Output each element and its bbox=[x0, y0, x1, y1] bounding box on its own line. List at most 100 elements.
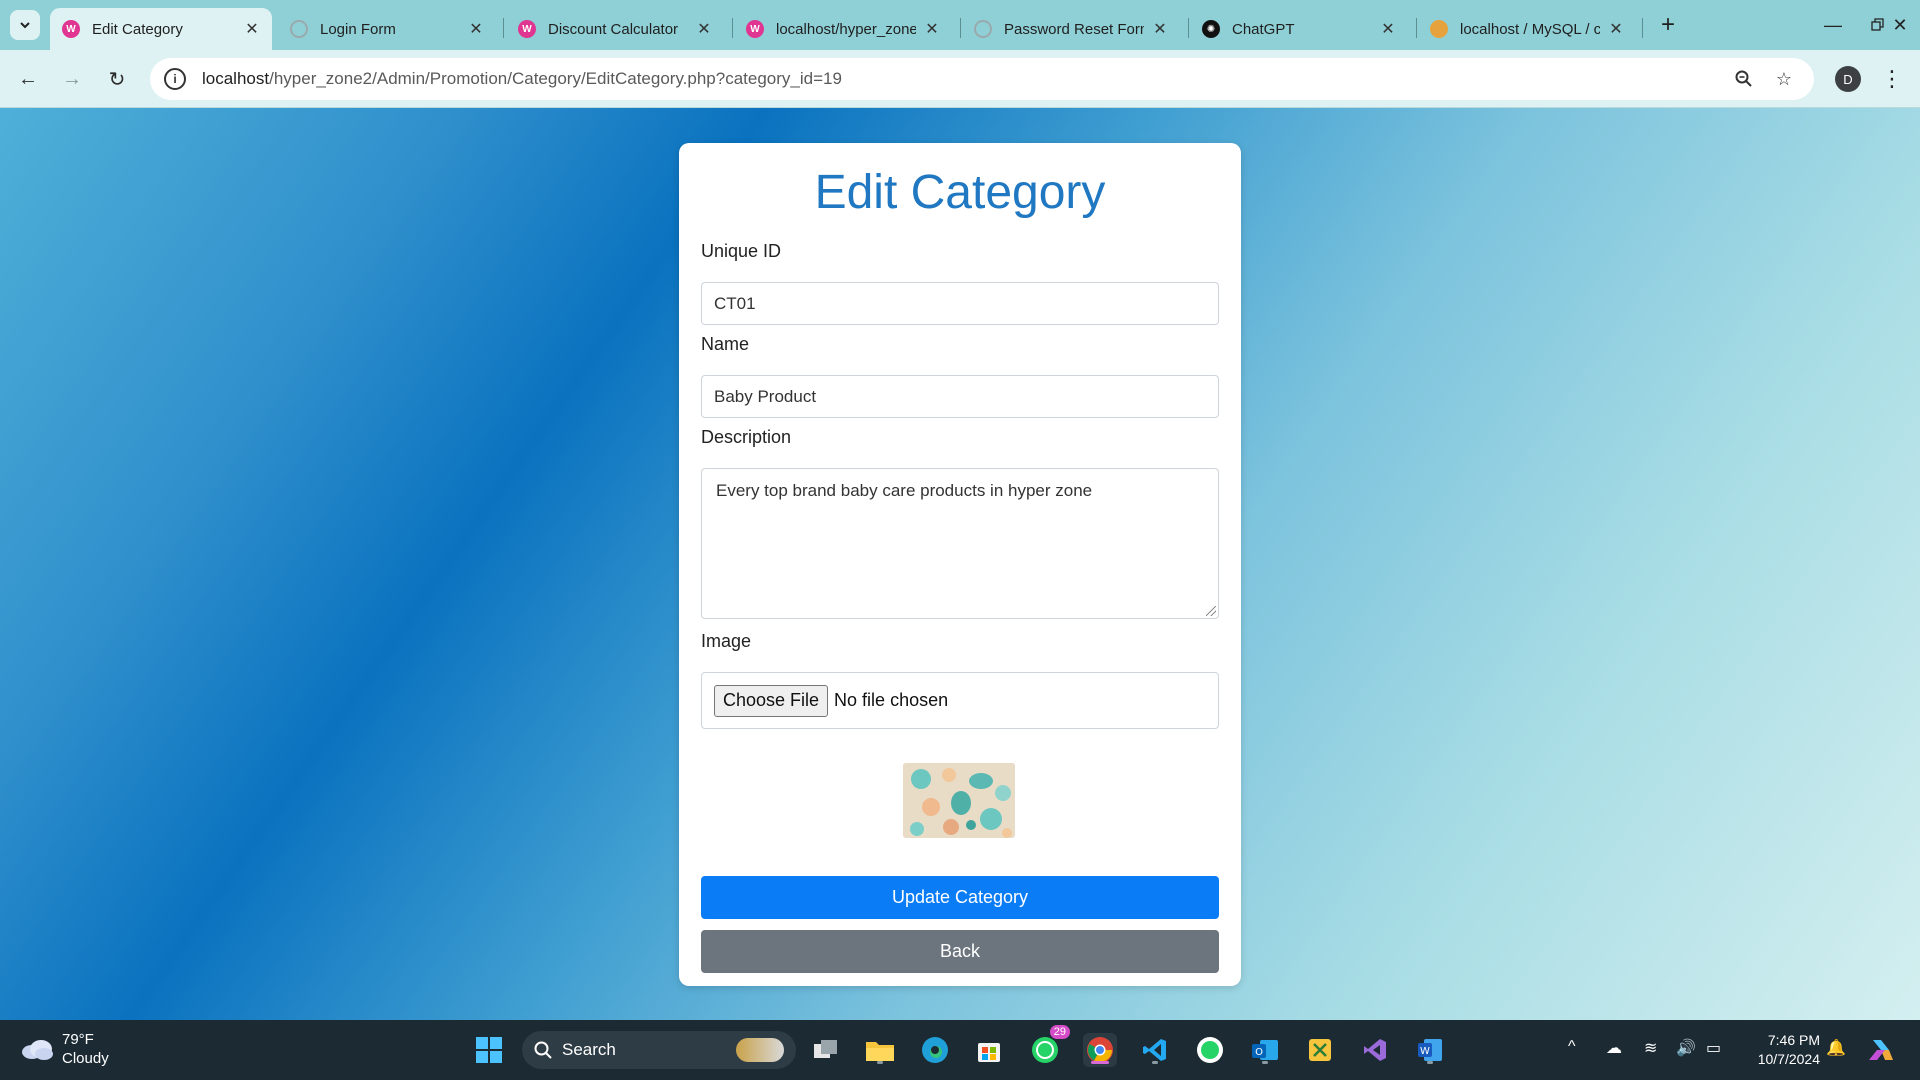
address-bar[interactable]: i localhost/hyper_zone2/Admin/Promotion/… bbox=[150, 58, 1814, 100]
whatsapp-alt-button[interactable] bbox=[1193, 1033, 1227, 1067]
back-button[interactable]: Back bbox=[701, 930, 1219, 973]
wamp-icon: W bbox=[518, 20, 536, 38]
tab-label: Edit Category bbox=[92, 20, 183, 38]
category-image-thumbnail bbox=[903, 763, 1015, 838]
store-icon bbox=[978, 1043, 1000, 1062]
snipping-tool-icon bbox=[1309, 1039, 1331, 1061]
task-view-button[interactable] bbox=[809, 1033, 843, 1067]
browser-menu-icon[interactable]: ⋮ bbox=[1880, 64, 1904, 94]
edge-icon bbox=[922, 1037, 948, 1063]
copilot-icon[interactable] bbox=[1864, 1033, 1898, 1067]
chevron-down-icon bbox=[20, 22, 30, 29]
description-textarea[interactable]: Every top brand baby care products in hy… bbox=[701, 468, 1219, 619]
volume-icon[interactable]: 🔊 bbox=[1676, 1038, 1696, 1058]
phpmyadmin-icon bbox=[1430, 20, 1448, 38]
info-icon[interactable]: i bbox=[164, 68, 186, 90]
unique-id-input[interactable]: CT01 bbox=[701, 282, 1219, 325]
tab-password-reset[interactable]: Password Reset Form ✕ bbox=[962, 8, 1180, 50]
close-icon[interactable]: ✕ bbox=[1608, 19, 1624, 39]
tab-label: Login Form bbox=[320, 20, 396, 38]
weather-widget[interactable]: 79°F Cloudy bbox=[20, 1030, 109, 1068]
bookmark-star-icon[interactable]: ☆ bbox=[1772, 67, 1796, 91]
snipping-tool-button[interactable] bbox=[1303, 1033, 1337, 1067]
vscode-icon bbox=[1143, 1039, 1166, 1061]
active-indicator bbox=[1091, 1061, 1109, 1064]
forward-nav-button[interactable]: → bbox=[56, 63, 88, 95]
file-explorer-button[interactable] bbox=[863, 1033, 897, 1067]
taskbar-search[interactable]: Search bbox=[522, 1031, 796, 1069]
running-indicator bbox=[1427, 1061, 1433, 1064]
plus-icon: + bbox=[1660, 11, 1675, 38]
reload-button[interactable]: ↻ bbox=[101, 63, 133, 95]
whatsapp-button[interactable]: 29 bbox=[1028, 1025, 1070, 1067]
notification-bell-icon[interactable]: 🔔 bbox=[1826, 1038, 1846, 1058]
globe-icon bbox=[290, 20, 308, 38]
url-path: /hyper_zone2/Admin/Promotion/Category/Ed… bbox=[269, 69, 842, 88]
word-button[interactable]: W bbox=[1413, 1033, 1447, 1067]
tab-phpmyadmin[interactable]: localhost / MySQL / c ✕ bbox=[1418, 8, 1636, 50]
tab-separator bbox=[1416, 18, 1417, 38]
chrome-button[interactable] bbox=[1083, 1033, 1117, 1067]
store-button[interactable] bbox=[972, 1033, 1006, 1067]
tab-label: localhost / MySQL / c bbox=[1460, 20, 1600, 38]
running-indicator bbox=[877, 1061, 883, 1064]
tab-label: Discount Calculator bbox=[548, 20, 679, 38]
name-input[interactable]: Baby Product bbox=[701, 375, 1219, 418]
wamp-icon: W bbox=[62, 20, 80, 38]
image-label: Image bbox=[701, 631, 752, 651]
wifi-icon[interactable]: ≋ bbox=[1644, 1038, 1657, 1058]
tab-discount-calculator[interactable]: W Discount Calculator ✕ bbox=[506, 8, 724, 50]
close-icon[interactable]: ✕ bbox=[468, 19, 484, 39]
running-indicator bbox=[1152, 1061, 1158, 1064]
description-label: Description bbox=[701, 427, 792, 447]
svg-text:O: O bbox=[1255, 1047, 1263, 1058]
description-text: Every top brand baby care products in hy… bbox=[716, 481, 1093, 500]
update-category-button[interactable]: Update Category bbox=[701, 876, 1219, 919]
reload-icon: ↻ bbox=[108, 68, 126, 91]
url-text[interactable]: localhost/hyper_zone2/Admin/Promotion/Ca… bbox=[202, 69, 842, 89]
tab-separator bbox=[1642, 18, 1643, 38]
back-nav-button[interactable]: ← bbox=[12, 63, 44, 95]
visual-studio-button[interactable] bbox=[1358, 1033, 1392, 1067]
onedrive-icon[interactable]: ☁ bbox=[1606, 1038, 1622, 1058]
system-clock[interactable]: 7:46 PM 10/7/2024 bbox=[1740, 1031, 1820, 1069]
globe-icon bbox=[974, 20, 992, 38]
name-label: Name bbox=[701, 334, 750, 354]
tab-label: localhost/hyper_zone bbox=[776, 20, 916, 38]
tab-separator bbox=[960, 18, 961, 38]
close-icon[interactable]: ✕ bbox=[1380, 19, 1396, 39]
tab-chatgpt[interactable]: ✺ ChatGPT ✕ bbox=[1190, 8, 1408, 50]
close-icon[interactable]: ✕ bbox=[696, 19, 712, 39]
clock-time: 7:46 PM bbox=[1767, 1032, 1820, 1048]
vscode-button[interactable] bbox=[1138, 1033, 1172, 1067]
close-icon[interactable]: ✕ bbox=[1152, 19, 1168, 39]
close-icon[interactable]: ✕ bbox=[244, 19, 260, 39]
no-file-chosen-text: No file chosen bbox=[834, 690, 949, 710]
edge-button[interactable] bbox=[918, 1033, 952, 1067]
windows-logo-icon bbox=[476, 1037, 502, 1063]
whatsapp-icon bbox=[1032, 1037, 1058, 1063]
tab-search-button[interactable] bbox=[10, 10, 40, 40]
resize-handle-icon[interactable] bbox=[1206, 606, 1216, 616]
profile-avatar[interactable]: D bbox=[1835, 66, 1861, 92]
whatsapp-icon bbox=[1197, 1037, 1223, 1063]
battery-icon[interactable]: ▭ bbox=[1706, 1038, 1721, 1058]
image-file-input[interactable]: Choose File No file chosen bbox=[701, 672, 1219, 729]
search-highlight-icon bbox=[736, 1038, 784, 1062]
arrow-right-icon: → bbox=[62, 67, 82, 90]
close-window-button[interactable]: ✕ bbox=[1880, 8, 1920, 42]
outlook-button[interactable]: O bbox=[1248, 1033, 1282, 1067]
chrome-icon bbox=[1087, 1037, 1113, 1063]
notification-badge: 29 bbox=[1049, 1025, 1070, 1039]
new-tab-button[interactable]: + bbox=[1653, 10, 1683, 40]
chevron-up-icon[interactable]: ^ bbox=[1568, 1038, 1576, 1056]
tab-edit-category[interactable]: W Edit Category ✕ bbox=[50, 8, 272, 50]
task-view-icon bbox=[814, 1040, 837, 1058]
choose-file-button[interactable]: Choose File bbox=[714, 684, 829, 717]
edit-category-card: Edit Category Unique ID CT01 Name Baby P… bbox=[679, 143, 1241, 986]
tab-login-form[interactable]: Login Form ✕ bbox=[278, 8, 496, 50]
close-icon[interactable]: ✕ bbox=[924, 19, 940, 39]
zoom-icon[interactable] bbox=[1732, 67, 1756, 91]
start-button[interactable] bbox=[472, 1033, 506, 1067]
tab-localhost-hyper-zone[interactable]: W localhost/hyper_zone ✕ bbox=[734, 8, 952, 50]
